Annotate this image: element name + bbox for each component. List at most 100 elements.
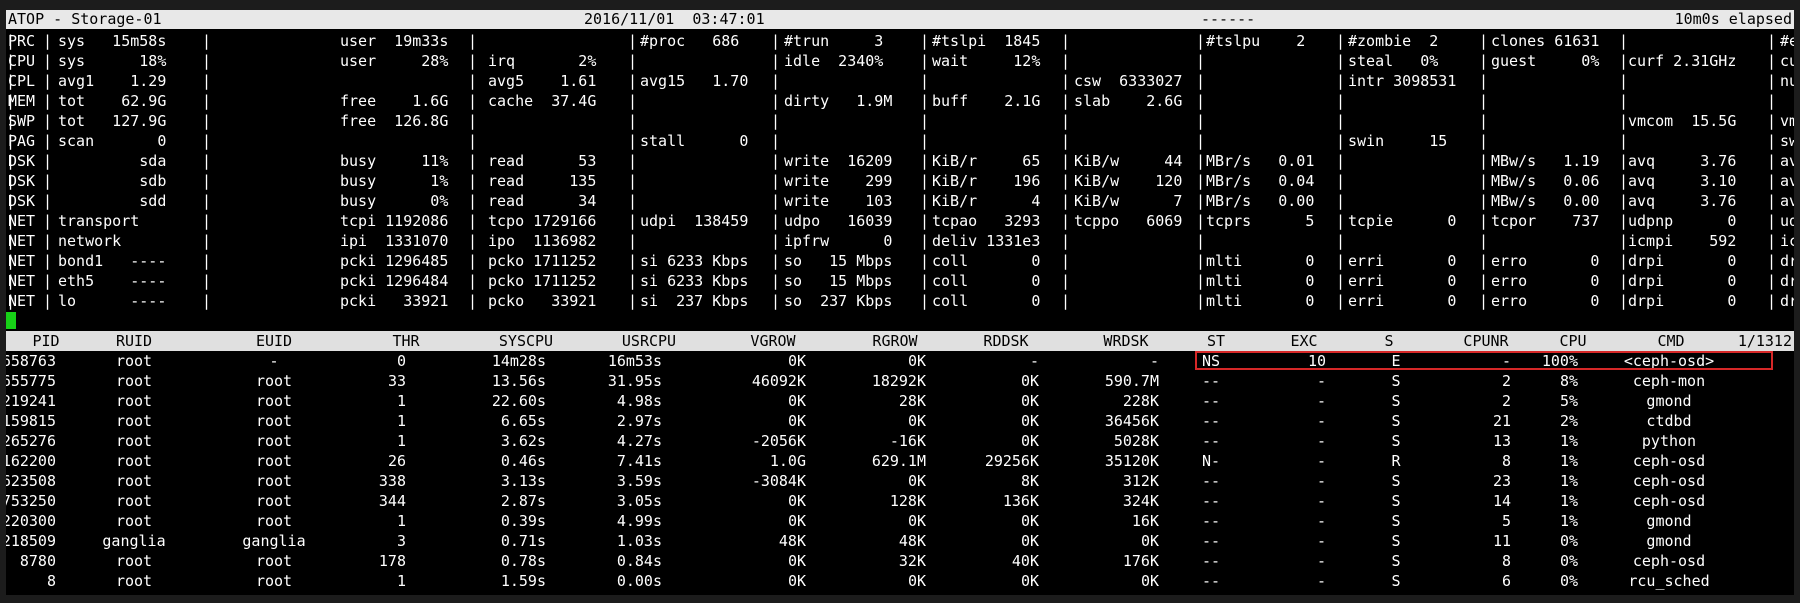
process-cell-wrdsk: 176K — [1122, 552, 1159, 570]
process-cell-syscpu: 22.60s — [491, 392, 546, 410]
process-cell-thr: 3 — [396, 532, 406, 550]
column-separator: | — [1196, 132, 1206, 150]
process-cell-euid: root — [255, 572, 293, 590]
process-cell-syscpu: 0.39s — [500, 512, 546, 530]
process-row[interactable]: 658763 root - 0 14m28s 16m53s 0K 0K - - NS 10 E - 100%… — [6, 351, 1794, 371]
process-cell-vgrow: 0K — [787, 492, 806, 510]
column-header-wrdsk[interactable]: WRDSK — [1103, 331, 1148, 351]
column-separator: | — [6, 112, 16, 130]
stat-field: sda — [58, 152, 167, 170]
column-separator: | — [468, 52, 478, 70]
process-cell-s: S — [1391, 472, 1401, 490]
stat-field: read 53 — [488, 152, 597, 170]
column-separator: | — [628, 272, 638, 290]
column-separator: | — [1196, 72, 1206, 90]
process-row[interactable]: 218509 ganglia ganglia 3 0.71s 1.03s 48K 48K 0K 0… — [6, 531, 1794, 551]
column-separator: | — [1196, 232, 1206, 250]
stat-field: MBr/s 0.01 — [1206, 152, 1315, 170]
process-cell-pid: 623508 — [6, 472, 56, 490]
process-cell-thr: 1 — [396, 572, 406, 590]
stat-field: KiB/r 196 — [932, 172, 1041, 190]
process-cell-s: S — [1391, 532, 1401, 550]
column-header-pid[interactable]: PID — [32, 331, 59, 351]
column-separator: | — [468, 252, 478, 270]
column-header-cmd[interactable]: CMD — [1657, 331, 1684, 351]
column-separator: | — [771, 72, 781, 90]
column-separator: | — [920, 132, 930, 150]
column-separator: | — [1767, 232, 1777, 250]
process-row[interactable]: 8 root root 1 1.59s 0.00s 0K 0K 0K 0K -- - S 6 0% rcu_s… — [6, 571, 1794, 591]
process-cell-s: S — [1391, 492, 1401, 510]
atop-terminal[interactable]: ATOP - Storage-01 2016/11/01 03:47:01 --… — [6, 10, 1794, 595]
stat-field: curscal 88% — [1780, 52, 1794, 70]
column-header-cpunr[interactable]: CPUNR — [1463, 331, 1508, 351]
stat-field: drpo 0 — [1780, 272, 1794, 290]
stat-row-net: NET | transport | tcpi 1192086 | tcpo 1729166 |… — [6, 211, 1794, 231]
process-row[interactable]: 162200 root root 26 0.46s 7.41s 1.0G 629.1M 2925… — [6, 451, 1794, 471]
column-separator: | — [202, 292, 212, 310]
stat-field: so 237 Kbps — [784, 292, 893, 310]
column-separator: | — [1479, 212, 1489, 230]
column-separator: | — [920, 212, 930, 230]
process-cell-pid: 8780 — [19, 552, 56, 570]
stat-field: KiB/r 65 — [932, 152, 1041, 170]
stat-field: erri 0 — [1348, 272, 1457, 290]
column-separator: | — [6, 172, 16, 190]
process-cell-vgrow: -2056K — [751, 432, 806, 450]
stat-field: KiB/r 4 — [932, 192, 1041, 210]
stat-field: busy 0% — [340, 192, 449, 210]
process-cell-syscpu: 3.62s — [500, 432, 546, 450]
column-separator: | — [43, 292, 53, 310]
process-cell-st: -- — [1201, 552, 1221, 570]
process-cell-rgrow: 629.1M — [871, 452, 926, 470]
column-header-euid[interactable]: EUID — [256, 331, 292, 351]
column-header-ruid[interactable]: RUID — [116, 331, 152, 351]
process-cell-pid: 8 — [46, 572, 56, 590]
column-header-exc[interactable]: EXC — [1290, 331, 1317, 351]
column-header-vgrow[interactable]: VGROW — [750, 331, 795, 351]
process-cell-cmd: rcu_sched — [1628, 572, 1710, 590]
process-cell-pid: 265276 — [6, 432, 56, 450]
stat-field: user 28% — [340, 52, 449, 70]
process-cell-syscpu: 2.87s — [500, 492, 546, 510]
column-header-rddsk[interactable]: RDDSK — [983, 331, 1028, 351]
column-separator: | — [43, 92, 53, 110]
process-cell-usrcpu: 4.99s — [616, 512, 662, 530]
column-header-thr[interactable]: THR — [392, 331, 419, 351]
column-separator: | — [628, 72, 638, 90]
column-separator: | — [43, 272, 53, 290]
process-row[interactable]: 753250 root root 344 2.87s 3.05s 0K 128K 136K 324… — [6, 491, 1794, 511]
process-cell-cmd: ceph-osd — [1632, 492, 1706, 510]
process-row[interactable]: 655775 root root 33 13.56s 31.95s 46092K 18292K… — [6, 371, 1794, 391]
column-header-rgrow[interactable]: RGROW — [872, 331, 917, 351]
process-row[interactable]: 159815 root root 1 6.65s 2.97s 0K 0K 0K 36456K -- -… — [6, 411, 1794, 431]
process-cell-rddsk: 136K — [1002, 492, 1039, 510]
column-header-syscpu[interactable]: SYSCPU — [499, 331, 553, 351]
process-cell-thr: 1 — [396, 432, 406, 450]
process-row[interactable]: 8780 root root 178 0.78s 0.84s 0K 32K 40K 176K -- -… — [6, 551, 1794, 571]
stat-field: avq 3.76 — [1628, 192, 1737, 210]
column-header-usrcpu[interactable]: USRCPU — [622, 331, 676, 351]
stat-field: #proc 686 — [640, 32, 740, 50]
process-cell-euid: root — [255, 392, 293, 410]
process-row[interactable]: 265276 root root 1 3.62s 4.27s -2056K -16K 0K 502… — [6, 431, 1794, 451]
column-header-cpu[interactable]: CPU — [1559, 331, 1586, 351]
process-cell-cmd: ctdbd — [1646, 412, 1692, 430]
process-cell-pid: 159815 — [6, 412, 56, 430]
process-cell-pid: 162200 — [6, 452, 56, 470]
process-cell-syscpu: 6.65s — [500, 412, 546, 430]
process-cell-euid: root — [255, 512, 293, 530]
process-row[interactable]: 623508 root root 338 3.13s 3.59s -3084K 0K 8K 312… — [6, 471, 1794, 491]
process-cell-cpu: 0% — [1559, 532, 1578, 550]
process-row[interactable]: 219241 root root 1 22.60s 4.98s 0K 28K 0K 228K -- -… — [6, 391, 1794, 411]
column-header-1-1312[interactable]: 1/1312 — [1738, 331, 1792, 351]
process-row[interactable]: 220300 root root 1 0.39s 4.99s 0K 0K 0K 16K -- - S 5 1… — [6, 511, 1794, 531]
process-cell-st: -- — [1201, 432, 1221, 450]
process-cell-st: -- — [1201, 472, 1221, 490]
column-header-s[interactable]: S — [1384, 331, 1393, 351]
column-separator: | — [43, 132, 53, 150]
process-cell-s: S — [1391, 392, 1401, 410]
column-separator: | — [468, 132, 478, 150]
stat-field: drpo 0 — [1780, 252, 1794, 270]
column-header-st[interactable]: ST — [1207, 331, 1225, 351]
